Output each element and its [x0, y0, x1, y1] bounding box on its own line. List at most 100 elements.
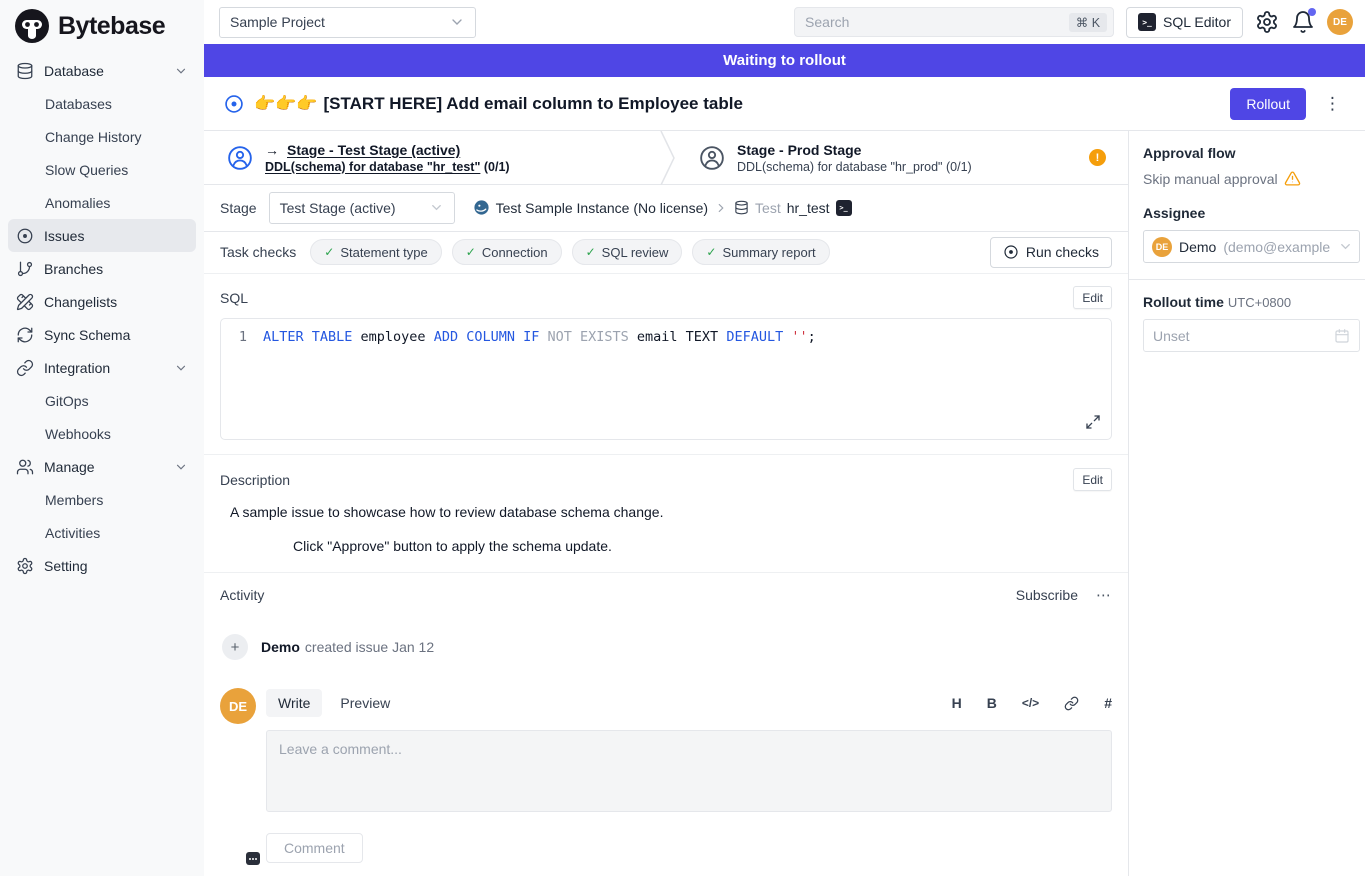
tab-write[interactable]: Write [266, 689, 322, 717]
description-paragraph: A sample issue to showcase how to review… [220, 504, 1112, 520]
search-input[interactable] [805, 14, 1069, 30]
description-paragraph: Click "Approve" button to apply the sche… [220, 538, 1112, 554]
search-box[interactable]: ⌘ K [794, 7, 1114, 37]
sidebar-item-activities[interactable]: Activities [8, 516, 196, 549]
rollout-button[interactable]: Rollout [1230, 88, 1306, 120]
sidebar-item-sync-schema[interactable]: Sync Schema [8, 318, 196, 351]
sidebar-item-slow-queries[interactable]: Slow Queries [8, 153, 196, 186]
environment-label: Test [755, 200, 781, 216]
git-branch-icon [16, 260, 34, 278]
assignee-avatar: DE [1152, 237, 1172, 257]
calendar-icon [1334, 328, 1350, 344]
instance-link[interactable]: Test Sample Instance (No license) [496, 200, 708, 216]
sidebar-item-integration[interactable]: Integration [8, 351, 196, 384]
sidebar-item-databases[interactable]: Databases [8, 87, 196, 120]
tab-preview[interactable]: Preview [328, 689, 402, 717]
activity-timeline-item: + Democreated issue Jan 12 [222, 634, 1112, 660]
sql-section: SQL Edit 1 ALTER TABLE employee ADD COLU… [204, 274, 1128, 455]
expand-editor-icon[interactable] [1085, 414, 1101, 430]
sidebar-item-issues[interactable]: Issues [8, 219, 196, 252]
stage-selector-row: Stage Test Stage (active) Test Sample In… [204, 185, 1128, 232]
notification-dot [1308, 8, 1316, 16]
stage-select[interactable]: Test Stage (active) [269, 192, 455, 224]
chat-bubble-badge-icon [246, 852, 260, 865]
sql-editor-label: SQL Editor [1163, 14, 1231, 30]
stage-text: Stage - Prod Stage DDL(schema) for datab… [737, 142, 972, 174]
sql-code-editor[interactable]: 1 ALTER TABLE employee ADD COLUMN IF NOT… [220, 318, 1112, 440]
stage-text: →Stage - Test Stage (active) DDL(schema)… [265, 142, 510, 174]
comment-input[interactable] [266, 730, 1112, 812]
link-icon[interactable] [1064, 696, 1079, 711]
issue-open-icon [224, 94, 244, 114]
description-edit-button[interactable]: Edit [1073, 468, 1112, 491]
circle-dot-icon [16, 227, 34, 245]
bytebase-logo[interactable]: Bytebase [8, 6, 196, 54]
stage-task: DDL(schema) for database "hr_prod" [737, 160, 943, 174]
check-pill-connection[interactable]: ✓Connection [452, 239, 562, 265]
sidebar-item-branches[interactable]: Branches [8, 252, 196, 285]
assignee-select[interactable]: DE Demo (demo@example [1143, 230, 1360, 263]
issue-main: →Stage - Test Stage (active) DDL(schema)… [204, 131, 1128, 876]
panel-divider [1129, 279, 1365, 280]
run-checks-button[interactable]: Run checks [990, 237, 1112, 268]
comment-avatar-wrap: DE [220, 688, 256, 863]
code-icon[interactable]: </> [1022, 696, 1039, 710]
postgresql-icon [473, 199, 490, 216]
chevron-down-icon [429, 200, 444, 215]
stage-name-link[interactable]: Stage - Test Stage (active) [287, 142, 460, 158]
project-select[interactable]: Sample Project [219, 7, 476, 38]
sidebar-item-gitops[interactable]: GitOps [8, 384, 196, 417]
stage-task-link[interactable]: DDL(schema) for database "hr_test" [265, 160, 480, 174]
subscribe-button[interactable]: Subscribe [1016, 587, 1078, 603]
sidebar-item-changelists[interactable]: Changelists [8, 285, 196, 318]
sql-editor-button[interactable]: >_ SQL Editor [1126, 7, 1243, 38]
logo-wordmark: Bytebase [58, 12, 165, 41]
heading-icon[interactable]: H [952, 695, 962, 711]
search-shortcut-badge: ⌘ K [1069, 13, 1107, 32]
sidebar-item-setting[interactable]: Setting [8, 549, 196, 582]
link-icon [16, 359, 34, 377]
stage-name: Stage - Prod Stage [737, 142, 861, 158]
hash-icon[interactable]: # [1104, 695, 1112, 711]
settings-gear-icon[interactable] [1255, 10, 1279, 34]
check-pill-summary-report[interactable]: ✓Summary report [692, 239, 829, 265]
activity-action: created issue Jan 12 [305, 639, 434, 655]
check-pill-statement-type[interactable]: ✓Statement type [310, 239, 442, 265]
open-in-sql-editor-icon[interactable]: >_ [836, 200, 852, 216]
stage-person-icon [226, 144, 254, 172]
check-pill-sql-review[interactable]: ✓SQL review [572, 239, 683, 265]
sidebar-item-manage[interactable]: Manage [8, 450, 196, 483]
status-banner-text: Waiting to rollout [723, 52, 846, 69]
approval-flow-label: Approval flow [1143, 145, 1360, 161]
sidebar-item-webhooks[interactable]: Webhooks [8, 417, 196, 450]
comment-submit-button[interactable]: Comment [266, 833, 363, 863]
sql-edit-button[interactable]: Edit [1073, 286, 1112, 309]
comment-editor: DE Write Preview H B </> [220, 688, 1112, 863]
task-checks-label: Task checks [220, 244, 296, 260]
rollout-time-label: Rollout timeUTC+0800 [1143, 294, 1360, 310]
bold-icon[interactable]: B [987, 695, 997, 711]
check-icon: ✓ [586, 245, 596, 259]
rollout-time-input[interactable] [1153, 328, 1334, 344]
notification-bell-icon[interactable] [1291, 10, 1315, 34]
more-options-icon[interactable]: ⋯ [1096, 586, 1112, 604]
check-icon: ✓ [466, 245, 476, 259]
comment-toolbar: H B </> # [952, 695, 1112, 711]
sidebar-item-change-history[interactable]: Change History [8, 120, 196, 153]
gear-icon [16, 557, 34, 575]
rollout-time-field[interactable] [1143, 319, 1360, 352]
sidebar-nav: Database Databases Change History Slow Q… [8, 54, 196, 582]
chevron-down-icon [174, 460, 188, 474]
sidebar-item-anomalies[interactable]: Anomalies [8, 186, 196, 219]
sidebar-item-members[interactable]: Members [8, 483, 196, 516]
user-avatar[interactable]: DE [1327, 9, 1353, 35]
line-number: 1 [233, 329, 247, 345]
kebab-menu-icon[interactable]: ⋮ [1316, 94, 1349, 114]
stage-pipeline: →Stage - Test Stage (active) DDL(schema)… [204, 131, 1128, 185]
stage-separator-chevron [660, 131, 676, 184]
stage-card-test[interactable]: →Stage - Test Stage (active) DDL(schema)… [204, 131, 660, 184]
assignee-label: Assignee [1143, 205, 1360, 221]
stage-card-prod[interactable]: Stage - Prod Stage DDL(schema) for datab… [676, 131, 1128, 184]
database-link[interactable]: hr_test [787, 200, 830, 216]
sidebar-item-database[interactable]: Database [8, 54, 196, 87]
